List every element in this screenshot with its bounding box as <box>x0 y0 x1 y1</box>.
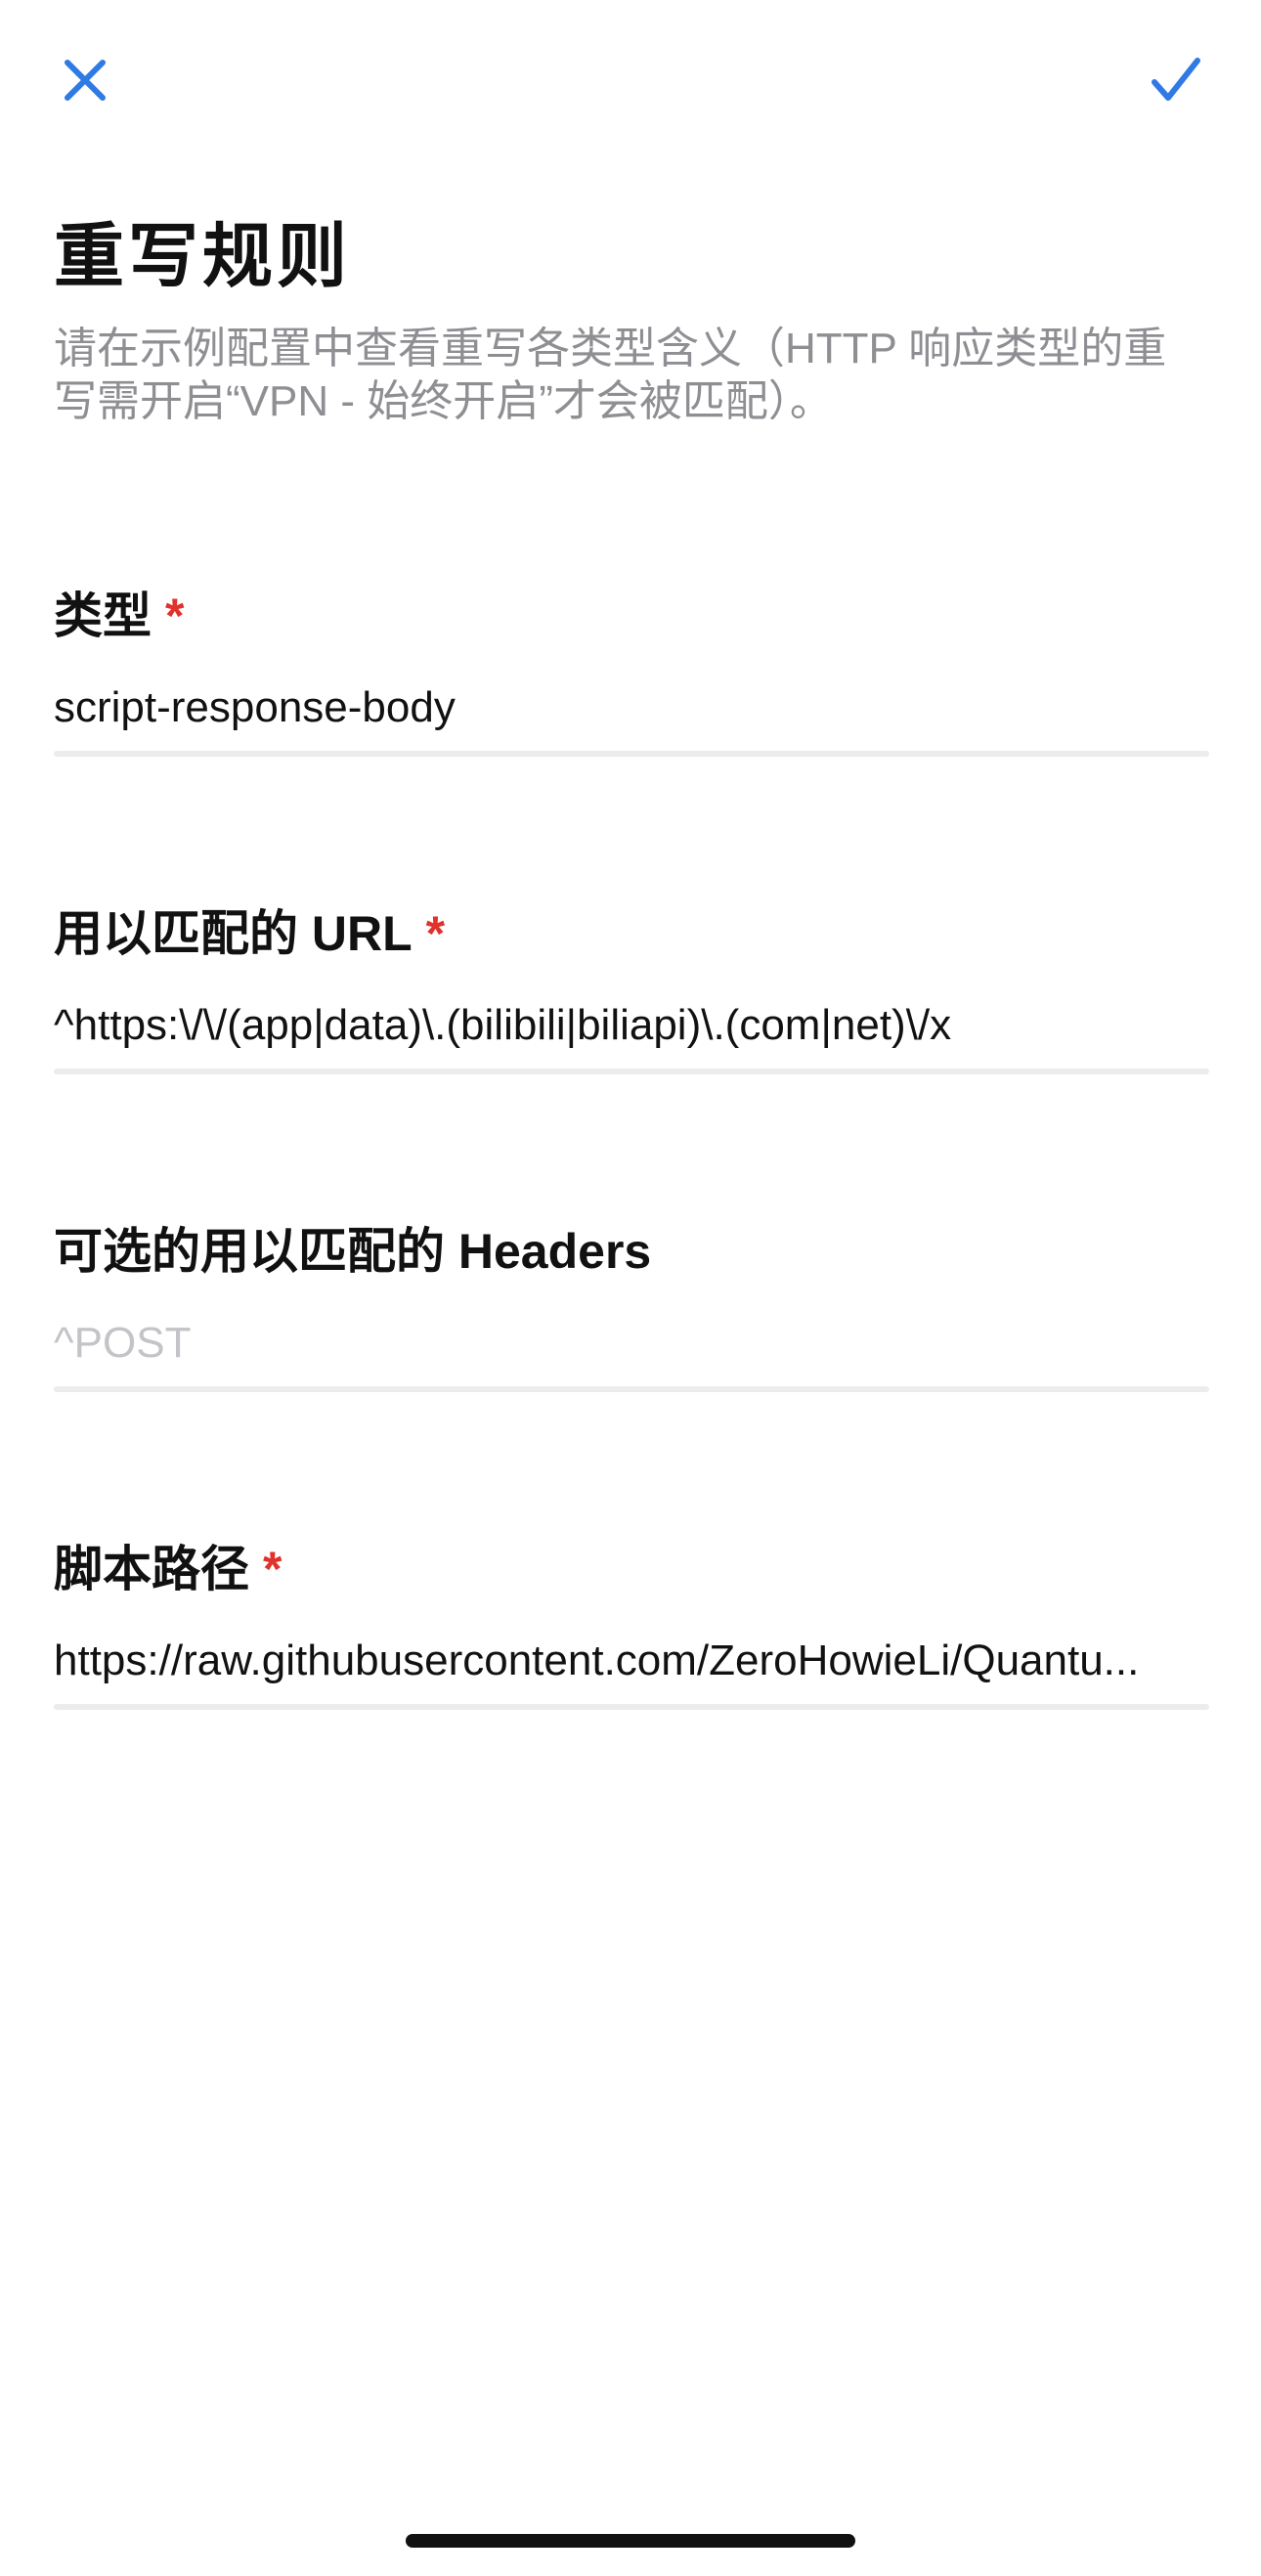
script-path-input[interactable]: https://raw.githubusercontent.com/ZeroHo… <box>54 1635 1209 1687</box>
rewrite-rule-screen: 重写规则 请在示例配置中查看重写各类型含义（HTTP 响应类型的重写需开启“VP… <box>0 0 1261 2576</box>
required-indicator: * <box>425 906 446 961</box>
close-button[interactable] <box>44 39 126 121</box>
field-divider <box>54 1704 1209 1710</box>
script-path-field-label: 脚本路径 * <box>54 1542 283 1596</box>
script-path-field: 脚本路径 * https://raw.githubusercontent.com/… <box>54 1540 1209 1710</box>
headers-field: 可选的用以匹配的 Headers ^POST <box>54 1222 1209 1392</box>
url-field-label: 用以匹配的 URL * <box>54 906 446 961</box>
type-field: 类型 * script-response-body <box>54 587 1209 757</box>
headers-pattern-input[interactable]: ^POST <box>54 1317 1209 1370</box>
required-indicator: * <box>263 1542 283 1596</box>
page-description: 请在示例配置中查看重写各类型含义（HTTP 响应类型的重写需开启“VPN - 始… <box>54 325 1167 425</box>
url-pattern-input[interactable]: ^https:\/\/(app|data)\.(bilibili|biliapi… <box>54 999 1209 1052</box>
type-field-label: 类型 * <box>54 589 185 643</box>
confirm-button[interactable] <box>1135 39 1217 121</box>
field-divider <box>54 1386 1209 1392</box>
url-field: 用以匹配的 URL * ^https:\/\/(app|data)\.(bilib… <box>54 904 1209 1074</box>
field-divider <box>54 751 1209 757</box>
field-divider <box>54 1069 1209 1074</box>
page-title: 重写规则 <box>54 218 352 296</box>
required-indicator: * <box>165 589 185 643</box>
home-indicator[interactable] <box>406 2534 855 2548</box>
checkmark-icon <box>1152 58 1200 101</box>
headers-field-label: 可选的用以匹配的 Headers <box>54 1224 652 1279</box>
type-selector[interactable]: script-response-body <box>54 681 1209 734</box>
close-icon <box>65 60 106 101</box>
